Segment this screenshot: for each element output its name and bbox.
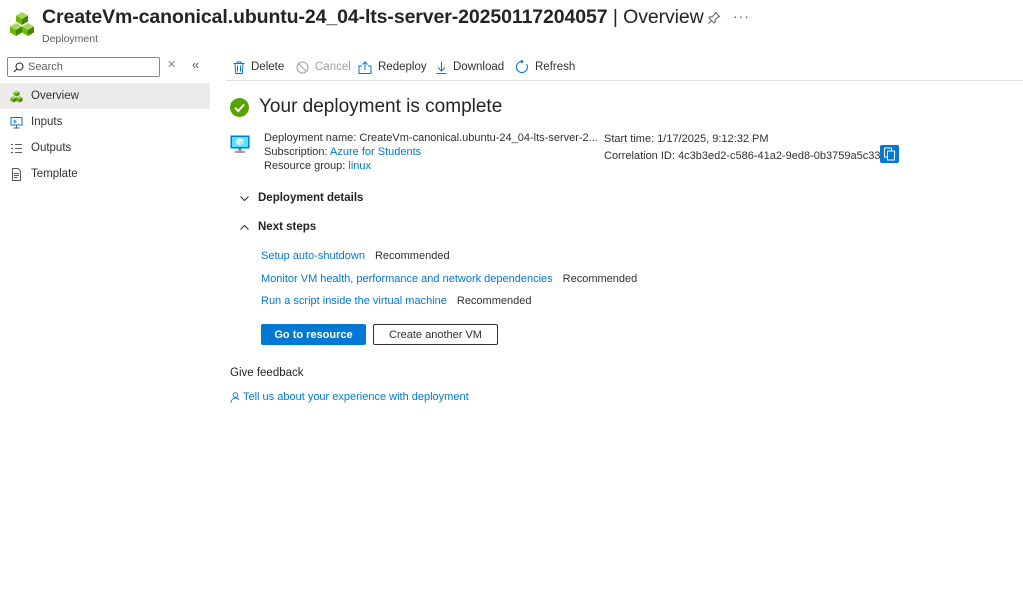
subscription-label: Subscription: (264, 146, 328, 158)
run-script-link[interactable]: Run a script inside the virtual machine (261, 295, 447, 307)
feedback-link-label: Tell us about your experience with deplo… (243, 391, 469, 403)
page-title: CreateVm-canonical.ubuntu-24_04-lts-serv… (42, 6, 704, 29)
outputs-list-icon (11, 143, 22, 153)
pin-icon[interactable] (707, 11, 721, 25)
title-section: Overview (623, 6, 704, 28)
redeploy-button[interactable]: Redeploy (358, 58, 427, 76)
virtual-machine-icon (230, 135, 250, 153)
cancel-label: Cancel (315, 61, 351, 73)
trash-icon (233, 61, 245, 74)
sidebar-item-label: Inputs (31, 116, 63, 128)
sidebar-item-overview[interactable]: Overview (0, 83, 210, 109)
next-steps-label: Next steps (258, 221, 317, 233)
correlation-id-row: Correlation ID: 4c3b3ed2-c586-41a2-9ed8-… (604, 148, 887, 165)
start-time-row: Start time: 1/17/2025, 9:12:32 PM (604, 131, 887, 148)
start-time-value: 1/17/2025, 9:12:32 PM (657, 133, 769, 145)
sidebar-nav: Overview Inputs Outputs Template (0, 83, 210, 187)
delete-button[interactable]: Delete (233, 58, 284, 76)
resource-group-row: Resource group: linux (264, 159, 598, 173)
sidebar-item-label: Overview (31, 90, 79, 102)
deployment-name-title: CreateVm-canonical.ubuntu-24_04-lts-serv… (42, 6, 608, 28)
copy-correlation-button[interactable] (880, 145, 899, 163)
download-button[interactable]: Download (436, 58, 504, 76)
deployment-info-right: Start time: 1/17/2025, 9:12:32 PM Correl… (604, 131, 887, 165)
collapse-sidebar-icon[interactable]: « (192, 57, 199, 72)
page-subtitle: Deployment (42, 33, 99, 45)
deployment-name-row: Deployment name: CreateVm-canonical.ubun… (264, 131, 598, 145)
upload-redeploy-icon (358, 60, 372, 74)
success-check-icon (230, 97, 249, 117)
sidebar-item-label: Outputs (31, 142, 72, 154)
deployment-details-label: Deployment details (258, 192, 364, 204)
cancel-button[interactable]: Cancel (296, 58, 351, 76)
deployment-name-label: Deployment name: (264, 132, 357, 144)
overview-cubes-icon (10, 90, 23, 102)
create-another-vm-button[interactable]: Create another VM (373, 324, 498, 345)
monitor-vm-health-link[interactable]: Monitor VM health, performance and netwo… (261, 273, 553, 285)
sidebar-item-inputs[interactable]: Inputs (0, 109, 210, 135)
sidebar-item-outputs[interactable]: Outputs (0, 135, 210, 161)
chevron-down-icon (240, 195, 249, 201)
template-doc-icon (12, 167, 21, 181)
resource-group-label: Resource group: (264, 160, 346, 172)
next-steps-toggle[interactable]: Next steps (239, 221, 316, 233)
subscription-row: Subscription: Azure for Students (264, 145, 598, 159)
title-separator: | (607, 6, 624, 28)
delete-label: Delete (251, 61, 285, 73)
deployment-status: Your deployment is complete (230, 96, 502, 118)
command-bar: Delete Cancel Redeploy Download Refresh (226, 55, 1023, 81)
download-label: Download (453, 61, 505, 73)
copy-icon (884, 147, 895, 161)
feedback-person-icon (230, 391, 240, 403)
deployment-cubes-icon (10, 12, 34, 36)
next-step-item: Setup auto-shutdown Recommended (261, 250, 450, 262)
chevron-up-icon (240, 224, 249, 230)
sidebar-item-template[interactable]: Template (0, 161, 210, 187)
search-input[interactable] (28, 59, 156, 75)
deployment-info-left: Deployment name: CreateVm-canonical.ubun… (264, 131, 598, 173)
go-to-resource-button[interactable]: Go to resource (261, 324, 366, 345)
correlation-id-label: Correlation ID: (604, 150, 675, 162)
deployment-name-value: CreateVm-canonical.ubuntu-24_04-lts-serv… (359, 132, 598, 144)
cancel-circle-icon (296, 61, 309, 73)
setup-auto-shutdown-link[interactable]: Setup auto-shutdown (261, 250, 365, 262)
feedback-link[interactable]: Tell us about your experience with deplo… (230, 391, 469, 403)
deployment-details-toggle[interactable]: Deployment details (239, 192, 363, 204)
refresh-label: Refresh (535, 61, 576, 73)
inputs-icon (10, 116, 23, 128)
resource-group-link[interactable]: linux (348, 160, 371, 172)
clear-search-icon[interactable]: ✕ (167, 58, 176, 71)
recommended-tag: Recommended (456, 295, 532, 307)
more-options-icon[interactable]: ··· (733, 8, 750, 24)
page-header: CreateVm-canonical.ubuntu-24_04-lts-serv… (0, 0, 1023, 50)
next-step-item: Monitor VM health, performance and netwo… (261, 273, 637, 285)
recommended-tag: Recommended (374, 250, 450, 262)
redeploy-label: Redeploy (378, 61, 427, 73)
refresh-icon (515, 60, 528, 74)
status-heading: Your deployment is complete (259, 96, 503, 117)
next-step-item: Run a script inside the virtual machine R… (261, 295, 531, 307)
refresh-button[interactable]: Refresh (515, 58, 575, 76)
feedback-heading: Give feedback (230, 367, 304, 379)
sidebar-search[interactable] (7, 57, 160, 77)
correlation-id-value: 4c3b3ed2-c586-41a2-9ed8-0b3759a5c337 (677, 150, 887, 162)
recommended-tag: Recommended (562, 273, 638, 285)
search-icon (13, 62, 24, 73)
subscription-link[interactable]: Azure for Students (330, 146, 421, 158)
start-time-label: Start time: (604, 133, 655, 145)
sidebar-item-label: Template (31, 168, 78, 180)
download-icon (436, 61, 447, 74)
